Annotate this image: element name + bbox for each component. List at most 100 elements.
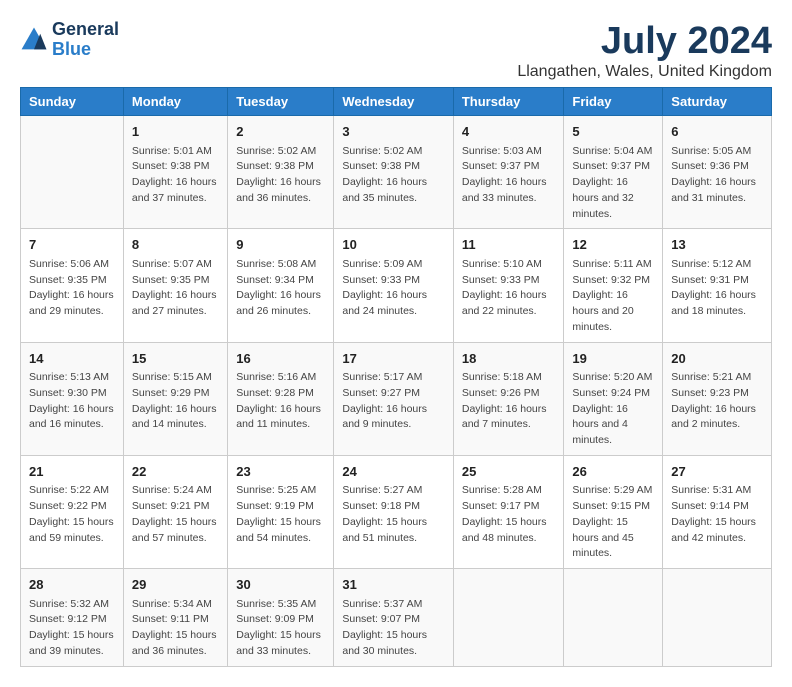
calendar-cell: 17Sunrise: 5:17 AMSunset: 9:27 PMDayligh… — [334, 342, 454, 455]
calendar-cell: 29Sunrise: 5:34 AMSunset: 9:11 PMDayligh… — [123, 569, 227, 667]
cell-sunrise: Sunrise: 5:18 AM — [462, 370, 556, 386]
calendar-cell: 14Sunrise: 5:13 AMSunset: 9:30 PMDayligh… — [21, 342, 124, 455]
cell-sunset: Sunset: 9:29 PM — [132, 386, 219, 402]
date-number: 4 — [462, 122, 556, 142]
cell-sunset: Sunset: 9:37 PM — [572, 159, 654, 175]
title-area: July 2024 Llangathen, Wales, United King… — [517, 20, 772, 81]
cell-sunrise: Sunrise: 5:10 AM — [462, 257, 556, 273]
cell-sunrise: Sunrise: 5:02 AM — [236, 144, 325, 160]
date-number: 9 — [236, 235, 325, 255]
calendar-cell: 21Sunrise: 5:22 AMSunset: 9:22 PMDayligh… — [21, 455, 124, 568]
calendar-cell: 13Sunrise: 5:12 AMSunset: 9:31 PMDayligh… — [663, 229, 772, 342]
calendar-title: July 2024 — [517, 20, 772, 63]
day-header-sunday: Sunday — [21, 88, 124, 116]
cell-sunrise: Sunrise: 5:11 AM — [572, 257, 654, 273]
cell-daylight: Daylight: 16 hours and 14 minutes. — [132, 402, 219, 434]
calendar-cell: 15Sunrise: 5:15 AMSunset: 9:29 PMDayligh… — [123, 342, 227, 455]
cell-sunset: Sunset: 9:26 PM — [462, 386, 556, 402]
date-number: 29 — [132, 575, 219, 595]
date-number: 2 — [236, 122, 325, 142]
cell-daylight: Daylight: 16 hours and 7 minutes. — [462, 402, 556, 434]
cell-sunset: Sunset: 9:07 PM — [342, 612, 445, 628]
calendar-cell — [564, 569, 663, 667]
week-row-5: 28Sunrise: 5:32 AMSunset: 9:12 PMDayligh… — [21, 569, 772, 667]
date-number: 28 — [29, 575, 115, 595]
cell-sunset: Sunset: 9:09 PM — [236, 612, 325, 628]
cell-sunset: Sunset: 9:34 PM — [236, 273, 325, 289]
cell-daylight: Daylight: 16 hours and 4 minutes. — [572, 402, 654, 449]
cell-sunrise: Sunrise: 5:05 AM — [671, 144, 763, 160]
date-number: 3 — [342, 122, 445, 142]
cell-sunset: Sunset: 9:15 PM — [572, 499, 654, 515]
cell-sunset: Sunset: 9:27 PM — [342, 386, 445, 402]
calendar-cell: 5Sunrise: 5:04 AMSunset: 9:37 PMDaylight… — [564, 116, 663, 229]
date-number: 27 — [671, 462, 763, 482]
day-header-wednesday: Wednesday — [334, 88, 454, 116]
calendar-cell: 10 Sunrise: 5:09 AMSunset: 9:33 PMDayligh… — [334, 229, 454, 342]
cell-daylight: Daylight: 15 hours and 57 minutes. — [132, 515, 219, 547]
cell-sunset: Sunset: 9:38 PM — [236, 159, 325, 175]
cell-sunset: Sunset: 9:24 PM — [572, 386, 654, 402]
cell-daylight: Daylight: 15 hours and 54 minutes. — [236, 515, 325, 547]
cell-sunrise: Sunrise: 5:32 AM — [29, 597, 115, 613]
cell-sunset: Sunset: 9:30 PM — [29, 386, 115, 402]
logo: General Blue — [20, 20, 119, 60]
calendar-cell: 28Sunrise: 5:32 AMSunset: 9:12 PMDayligh… — [21, 569, 124, 667]
date-number: 13 — [671, 235, 763, 255]
date-number: 15 — [132, 349, 219, 369]
cell-sunrise: Sunrise: 5:21 AM — [671, 370, 763, 386]
date-number: 19 — [572, 349, 654, 369]
cell-daylight: Daylight: 16 hours and 18 minutes. — [671, 288, 763, 320]
date-number: 22 — [132, 462, 219, 482]
cell-daylight: Daylight: 15 hours and 59 minutes. — [29, 515, 115, 547]
cell-sunrise: Sunrise: 5:02 AM — [342, 144, 445, 160]
cell-sunrise: Sunrise: 5:07 AM — [132, 257, 219, 273]
cell-daylight: Daylight: 16 hours and 31 minutes. — [671, 175, 763, 207]
calendar-cell: 30Sunrise: 5:35 AMSunset: 9:09 PMDayligh… — [228, 569, 334, 667]
date-number: 24 — [342, 462, 445, 482]
cell-sunrise: Sunrise: 5:28 AM — [462, 483, 556, 499]
calendar-cell: 23Sunrise: 5:25 AMSunset: 9:19 PMDayligh… — [228, 455, 334, 568]
calendar-cell: 2Sunrise: 5:02 AMSunset: 9:38 PMDaylight… — [228, 116, 334, 229]
date-number: 8 — [132, 235, 219, 255]
date-number: 14 — [29, 349, 115, 369]
cell-sunset: Sunset: 9:33 PM — [462, 273, 556, 289]
calendar-subtitle: Llangathen, Wales, United Kingdom — [517, 63, 772, 81]
calendar-cell: 19Sunrise: 5:20 AMSunset: 9:24 PMDayligh… — [564, 342, 663, 455]
cell-sunrise: Sunrise: 5:09 AM — [342, 257, 445, 273]
cell-sunset: Sunset: 9:19 PM — [236, 499, 325, 515]
cell-sunset: Sunset: 9:22 PM — [29, 499, 115, 515]
date-number: 5 — [572, 122, 654, 142]
week-row-1: 1Sunrise: 5:01 AMSunset: 9:38 PMDaylight… — [21, 116, 772, 229]
cell-daylight: Daylight: 16 hours and 9 minutes. — [342, 402, 445, 434]
cell-daylight: Daylight: 15 hours and 42 minutes. — [671, 515, 763, 547]
cell-daylight: Daylight: 15 hours and 39 minutes. — [29, 628, 115, 660]
date-number: 1 — [132, 122, 219, 142]
calendar-table: SundayMondayTuesdayWednesdayThursdayFrid… — [20, 87, 772, 667]
date-number: 10 — [342, 235, 445, 255]
header: General Blue July 2024 Llangathen, Wales… — [20, 20, 772, 81]
cell-sunset: Sunset: 9:33 PM — [342, 273, 445, 289]
cell-daylight: Daylight: 16 hours and 20 minutes. — [572, 288, 654, 335]
cell-sunset: Sunset: 9:32 PM — [572, 273, 654, 289]
date-number: 21 — [29, 462, 115, 482]
cell-sunrise: Sunrise: 5:03 AM — [462, 144, 556, 160]
calendar-cell: 27Sunrise: 5:31 AMSunset: 9:14 PMDayligh… — [663, 455, 772, 568]
cell-daylight: Daylight: 16 hours and 2 minutes. — [671, 402, 763, 434]
cell-sunset: Sunset: 9:38 PM — [342, 159, 445, 175]
calendar-cell: 16Sunrise: 5:16 AMSunset: 9:28 PMDayligh… — [228, 342, 334, 455]
cell-sunset: Sunset: 9:14 PM — [671, 499, 763, 515]
cell-daylight: Daylight: 16 hours and 29 minutes. — [29, 288, 115, 320]
calendar-cell: 7Sunrise: 5:06 AMSunset: 9:35 PMDaylight… — [21, 229, 124, 342]
cell-sunset: Sunset: 9:38 PM — [132, 159, 219, 175]
logo-icon — [20, 26, 48, 54]
cell-daylight: Daylight: 15 hours and 45 minutes. — [572, 515, 654, 562]
cell-daylight: Daylight: 16 hours and 24 minutes. — [342, 288, 445, 320]
day-header-monday: Monday — [123, 88, 227, 116]
week-row-4: 21Sunrise: 5:22 AMSunset: 9:22 PMDayligh… — [21, 455, 772, 568]
calendar-cell: 26Sunrise: 5:29 AMSunset: 9:15 PMDayligh… — [564, 455, 663, 568]
cell-sunset: Sunset: 9:18 PM — [342, 499, 445, 515]
logo-text-blue: Blue — [52, 40, 119, 60]
date-number: 26 — [572, 462, 654, 482]
date-number: 25 — [462, 462, 556, 482]
